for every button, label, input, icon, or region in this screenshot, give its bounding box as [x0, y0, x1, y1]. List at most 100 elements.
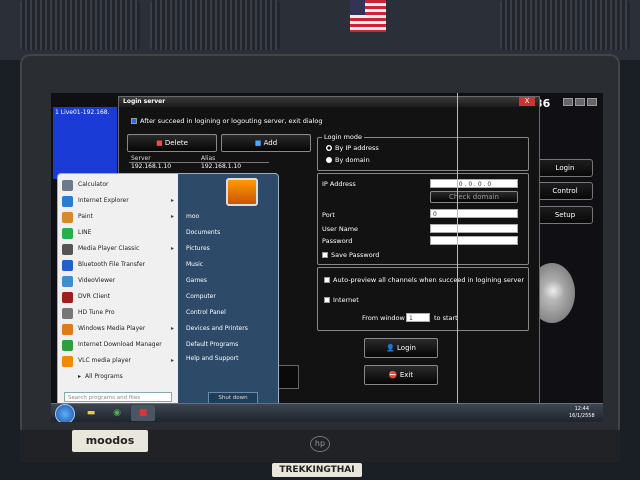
start-menu-item[interactable]: VideoViewer — [62, 274, 178, 288]
start-menu-link[interactable]: Help and Support — [186, 352, 274, 366]
column-header-server[interactable]: Server — [129, 155, 199, 163]
start-menu-link[interactable]: Control Panel — [186, 306, 274, 320]
control-side-button[interactable]: Control — [537, 182, 593, 200]
start-menu-item-label: Windows Media Player — [78, 325, 146, 332]
explorer-taskbar-icon[interactable]: ▬ — [79, 405, 103, 421]
start-menu-link[interactable]: Pictures — [186, 242, 274, 256]
start-menu-link[interactable]: Computer — [186, 290, 274, 304]
wmp-icon — [62, 323, 73, 335]
delete-icon: ■ — [156, 139, 165, 147]
username-label: User Name — [322, 225, 359, 233]
from-window-spinner[interactable]: 1 — [406, 313, 430, 322]
start-menu-item-label: Media Player Classic — [78, 245, 140, 252]
taskbar: ▬ ◉ ■ 12:44 16/1/2558 — [51, 403, 603, 422]
by-ip-radio[interactable]: By IP address — [326, 144, 379, 152]
dvr-client-taskbar-icon[interactable]: ■ — [131, 405, 155, 421]
maximize-icon[interactable] — [575, 98, 585, 106]
wall-background — [0, 0, 640, 60]
start-menu-item[interactable]: Bluetooth File Transfer — [62, 258, 178, 272]
start-menu-link[interactable]: moo — [186, 210, 274, 224]
checkbox-icon[interactable] — [324, 277, 330, 283]
checkbox-icon[interactable] — [324, 297, 330, 303]
start-menu-link[interactable]: Music — [186, 258, 274, 272]
server-cell: 192.168.1.10 — [131, 163, 172, 170]
radio-icon[interactable] — [326, 157, 332, 163]
start-button[interactable] — [55, 404, 75, 422]
start-menu-item-label: Bluetooth File Transfer — [78, 261, 146, 268]
start-menu-item-label: Calculator — [78, 181, 109, 188]
start-menu-link[interactable]: Documents — [186, 226, 274, 240]
start-menu-item-label: LINE — [78, 229, 92, 236]
dvr-icon — [62, 291, 73, 303]
start-menu-item[interactable]: Media Player Classic ▸ — [62, 242, 178, 256]
speaker-grill — [500, 0, 630, 50]
internet-option[interactable]: Internet — [324, 296, 359, 304]
auto-preview-option[interactable]: Auto-preview all channels when succeed i… — [324, 276, 524, 284]
column-header-alias[interactable]: Alias — [199, 155, 269, 163]
by-domain-label: By domain — [335, 156, 370, 164]
tray-time: 12:44 — [574, 406, 590, 412]
window-controls — [563, 98, 597, 106]
tray-clock[interactable]: 12:44 16/1/2558 — [569, 406, 595, 420]
checkbox-icon[interactable] — [131, 118, 137, 124]
start-menu-item-label: Internet Explorer — [78, 197, 129, 204]
setup-side-button[interactable]: Setup — [537, 206, 593, 224]
start-menu-item[interactable]: Internet Download Manager — [62, 338, 178, 352]
screen-cursor-line — [457, 93, 458, 403]
ip-address-input[interactable]: 0 . 0 . 0 . 0 — [430, 179, 518, 188]
arrow-right-icon: ▸ — [170, 245, 174, 252]
dialog-close-button[interactable]: X — [519, 97, 535, 106]
dialog-titlebar[interactable]: Login server X — [119, 97, 539, 107]
close-icon[interactable] — [587, 98, 597, 106]
start-menu-item[interactable]: VLC media player ▸ — [62, 354, 178, 368]
by-domain-radio[interactable]: By domain — [326, 156, 370, 164]
password-input[interactable] — [430, 236, 518, 245]
ptz-center-button[interactable] — [543, 281, 563, 301]
add-button[interactable]: ■ Add — [221, 134, 311, 152]
login-mode-group: Login mode By IP address By domain — [317, 133, 529, 171]
start-menu-item[interactable]: Internet Explorer ▸ — [62, 194, 178, 208]
add-label: Add — [263, 139, 278, 147]
dialog-title: Login server — [123, 98, 166, 105]
channel-status-panel: 1 Live01-192.168. — [53, 107, 117, 179]
start-menu-item[interactable]: Calculator — [62, 178, 178, 192]
hdtune-icon — [62, 307, 73, 319]
user-avatar[interactable] — [226, 178, 258, 206]
login-mode-title: Login mode — [322, 133, 365, 141]
username-input[interactable] — [430, 224, 518, 233]
start-menu-link[interactable]: Devices and Printers — [186, 322, 274, 336]
table-row[interactable]: 192.168.1.10 192.168.1.10 — [129, 163, 269, 170]
start-search-input[interactable]: Search programs and files — [64, 392, 172, 402]
exit-after-login-option[interactable]: After succeed in logining or logouting s… — [131, 117, 323, 125]
start-menu-item[interactable]: Windows Media Player ▸ — [62, 322, 178, 336]
start-menu-item-label: DVR Client — [78, 293, 111, 300]
radio-selected-icon[interactable] — [326, 145, 332, 151]
check-domain-button[interactable]: Check domain — [430, 191, 518, 203]
chrome-taskbar-icon[interactable]: ◉ — [105, 405, 129, 421]
start-menu-item[interactable]: HD Tune Pro — [62, 306, 178, 320]
start-menu-link[interactable]: Games — [186, 274, 274, 288]
port-input[interactable]: 0 — [430, 209, 518, 218]
checkbox-icon[interactable] — [322, 252, 328, 258]
exit-after-login-label: After succeed in logining or logouting s… — [140, 117, 323, 125]
start-menu-item-label: VLC media player — [78, 357, 132, 364]
exit-button[interactable]: ⛔ Exit — [364, 365, 438, 385]
exit-button-label: Exit — [399, 371, 414, 379]
start-menu-item[interactable]: LINE — [62, 226, 178, 240]
start-menu-item-label: Internet Download Manager — [78, 341, 162, 348]
vlc-icon — [62, 355, 73, 367]
save-password-option[interactable]: Save Password — [322, 251, 379, 259]
start-menu-item[interactable]: DVR Client — [62, 290, 178, 304]
channel-status-text: 1 Live01-192.168. — [55, 109, 110, 116]
user-icon: 👤 — [386, 344, 398, 352]
minimize-icon[interactable] — [563, 98, 573, 106]
start-menu-item[interactable]: Paint ▸ — [62, 210, 178, 224]
all-programs-item[interactable]: ▸ All Programs — [78, 370, 194, 384]
auto-preview-label: Auto-preview all channels when succeed i… — [333, 276, 525, 284]
delete-button[interactable]: ■ Delete — [127, 134, 217, 152]
login-side-button[interactable]: Login — [537, 159, 593, 177]
screen: 1 Live01-192.168. 36 Login Control Setup… — [51, 93, 603, 422]
start-menu-link[interactable]: Default Programs — [186, 338, 274, 352]
login-button[interactable]: 👤 Login — [364, 338, 438, 358]
save-password-label: Save Password — [331, 251, 380, 259]
